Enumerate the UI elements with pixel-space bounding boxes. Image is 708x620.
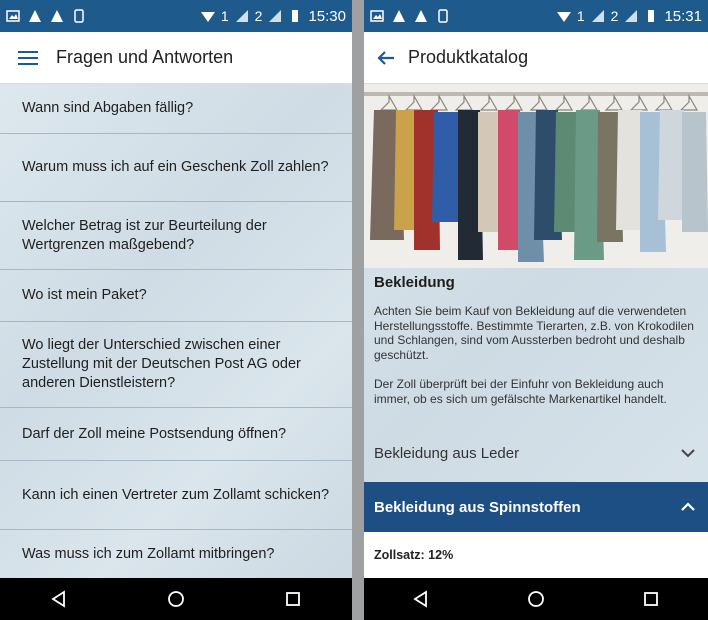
faq-item-4[interactable]: Wo ist mein Paket?	[0, 270, 352, 322]
chevron-up-icon	[678, 497, 698, 517]
home-nav-button[interactable]	[516, 579, 556, 619]
image-notification-icon	[370, 10, 384, 22]
recents-nav-button[interactable]	[631, 579, 671, 619]
wifi-icon	[556, 12, 571, 22]
home-circle-icon	[168, 591, 184, 607]
phone-notification-icon	[74, 9, 84, 23]
faq-item-1[interactable]: Wann sind Abgaben fällig?	[0, 84, 352, 134]
page-title: Produktkatalog	[408, 47, 529, 67]
faq-item-8[interactable]: Was muss ich zum Zollamt mitbringen?	[0, 530, 352, 578]
clock: 15:31	[664, 7, 702, 25]
faq-screen: 1 2 15:30 Fragen und Antworten Wann sind…	[0, 0, 352, 620]
signal-icon	[591, 10, 604, 22]
app-notification-icon	[29, 10, 41, 22]
section-description: Der Zoll überprüft bei der Einfuhr von B…	[374, 377, 667, 406]
accordion-label: Bekleidung aus Spinnstoffen	[374, 498, 581, 516]
home-circle-icon	[528, 591, 544, 607]
clothing-rack-illustration	[364, 84, 708, 268]
catalog-screen: 1 2 15:31 Produktkatalog Bekleidung Acht…	[364, 0, 708, 620]
back-nav-button[interactable]	[39, 579, 79, 619]
section-title: Bekleidung	[374, 274, 455, 291]
back-triangle-icon	[413, 590, 428, 608]
sim2-label: 2	[254, 8, 263, 24]
clock: 15:30	[308, 7, 346, 25]
faq-item-7[interactable]: Kann ich einen Vertreter zum Zollamt sch…	[0, 461, 352, 530]
screen-divider	[352, 0, 364, 620]
navigation-bar	[0, 578, 352, 620]
faq-item-6[interactable]: Darf der Zoll meine Postsendung öffnen?	[0, 408, 352, 461]
status-bar: 1 2 15:30	[0, 0, 352, 32]
navigation-bar	[364, 578, 708, 620]
signal-icon	[235, 10, 248, 22]
faq-item-2[interactable]: Warum muss ich auf ein Geschenk Zoll zah…	[0, 134, 352, 202]
section-description: Achten Sie beim Kauf von Bekleidung auf …	[374, 304, 694, 362]
page-title: Fragen und Antworten	[56, 47, 234, 67]
faq-item-5[interactable]: Wo liegt der Unterschied zwischen einer …	[0, 322, 352, 408]
recents-square-icon	[643, 592, 658, 606]
hamburger-menu-icon	[18, 50, 38, 65]
clothing-photo	[364, 84, 708, 268]
accordion-item-leder[interactable]: Bekleidung aus Leder	[364, 431, 708, 475]
recents-square-icon	[286, 592, 301, 606]
status-bar: 1 2 15:31	[364, 0, 708, 32]
back-nav-button[interactable]	[401, 579, 441, 619]
signal-icon	[269, 10, 282, 22]
app-notification-icon	[393, 10, 405, 22]
back-triangle-icon	[50, 590, 65, 608]
faq-item-3[interactable]: Welcher Betrag ist zur Beurteilung der W…	[0, 202, 352, 270]
battery-icon	[648, 10, 655, 22]
sim1-label: 1	[220, 8, 229, 24]
app-bar: Produktkatalog	[364, 32, 708, 84]
app-notification-icon	[415, 10, 427, 22]
chevron-down-icon	[678, 443, 698, 463]
app-notification-icon	[51, 10, 63, 22]
wifi-icon	[200, 12, 215, 22]
faq-list: Wann sind Abgaben fällig? Warum muss ich…	[0, 84, 352, 578]
sim1-label: 1	[576, 8, 585, 24]
arrow-left-icon	[377, 50, 394, 65]
app-bar: Fragen und Antworten	[0, 32, 352, 84]
sim2-label: 2	[610, 8, 619, 24]
phone-notification-icon	[438, 9, 448, 23]
accordion-label: Bekleidung aus Leder	[374, 444, 520, 462]
home-nav-button[interactable]	[156, 579, 196, 619]
image-notification-icon	[6, 10, 20, 22]
recents-nav-button[interactable]	[273, 579, 313, 619]
menu-button[interactable]	[0, 32, 56, 84]
accordion-item-spinnstoffe[interactable]: Bekleidung aus Spinnstoffen	[364, 482, 708, 532]
signal-icon	[625, 10, 638, 22]
catalog-content: Bekleidung Achten Sie beim Kauf von Bekl…	[364, 84, 708, 578]
duty-rate: Zollsatz: 12%	[364, 532, 708, 578]
battery-icon	[292, 10, 299, 22]
back-button[interactable]	[364, 32, 408, 84]
